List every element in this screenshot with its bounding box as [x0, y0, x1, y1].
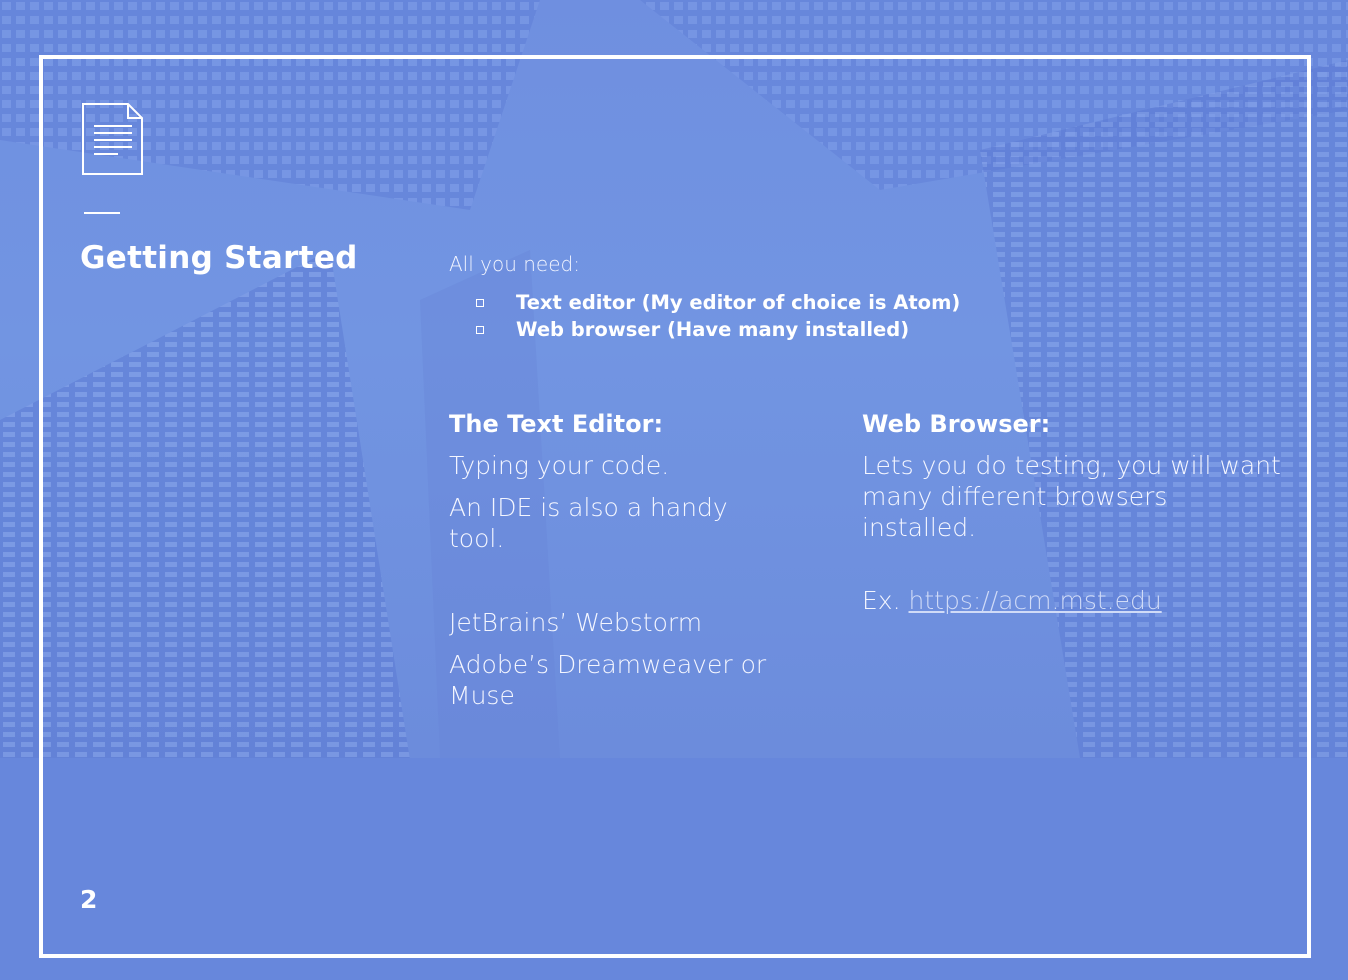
- web-browser-column: Web Browser: Lets you do testing, you wi…: [862, 408, 1282, 627]
- example-prefix: Ex.: [862, 586, 901, 615]
- web-browser-heading: Web Browser:: [862, 410, 1051, 438]
- square-bullet-icon: [476, 326, 484, 334]
- acm-link[interactable]: https://acm.mst.edu: [909, 586, 1162, 615]
- web-browser-description: Lets you do testing, you will want many …: [862, 451, 1281, 542]
- document-icon: [80, 102, 144, 176]
- intro-text: All you need:: [449, 252, 580, 276]
- text-editor-line: Adobe’s Dreamweaver or Muse: [449, 650, 767, 710]
- text-editor-line: Typing your code.: [449, 451, 670, 480]
- square-bullet-icon: [476, 299, 484, 307]
- text-editor-column: The Text Editor: Typing your code. An ID…: [449, 408, 869, 722]
- text-editor-heading: The Text Editor:: [449, 410, 664, 438]
- title-divider: [84, 212, 120, 214]
- example-line: Ex. https://acm.mst.edu: [862, 585, 1282, 616]
- text-editor-line: An IDE is also a handy tool.: [449, 493, 728, 553]
- slide-title: Getting Started: [80, 240, 358, 276]
- text-editor-line: JetBrains’ Webstorm: [449, 608, 703, 637]
- requirements-list: Text editor (My editor of choice is Atom…: [472, 289, 960, 343]
- list-item-text: Text editor (My editor of choice is Atom…: [516, 291, 961, 314]
- page-number: 2: [80, 885, 98, 914]
- list-item: Text editor (My editor of choice is Atom…: [472, 289, 960, 316]
- list-item: Web browser (Have many installed): [472, 316, 960, 343]
- list-item-text: Web browser (Have many installed): [516, 318, 910, 341]
